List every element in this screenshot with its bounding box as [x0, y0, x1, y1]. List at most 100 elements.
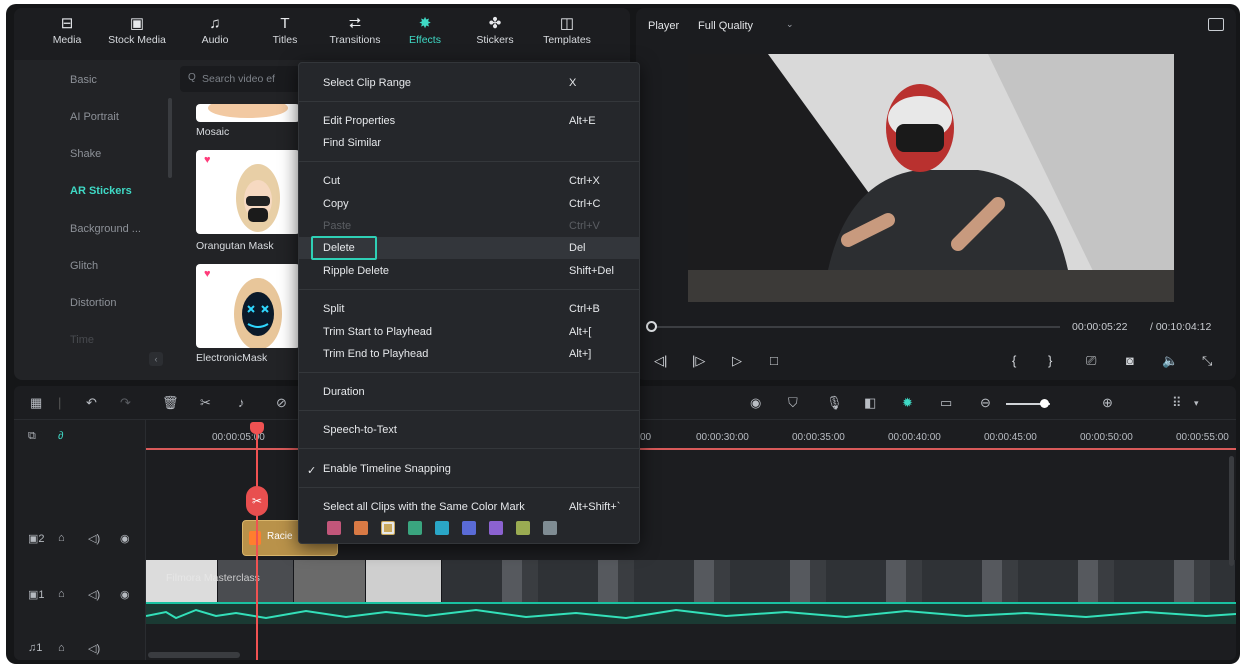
tab-stickers[interactable]: ✤ Stickers — [460, 14, 530, 46]
tab-transitions[interactable]: ⮂ Transitions — [320, 14, 390, 46]
grid-view-icon[interactable]: ⠿ — [1172, 395, 1182, 411]
menu-item-cut[interactable]: Cut — [323, 175, 340, 187]
color-mark-swatch[interactable] — [354, 521, 368, 535]
category-ai-portrait[interactable]: AI Portrait — [70, 111, 119, 123]
marker-icon[interactable]: ⛉ — [788, 395, 798, 411]
effect-thumb-orangutan-mask[interactable]: ♥ — [196, 150, 300, 234]
tab-stock-media[interactable]: ▣ Stock Media — [102, 14, 172, 46]
stop-icon[interactable]: □ — [770, 353, 778, 368]
layout-grid-icon[interactable]: ▦ — [30, 395, 42, 411]
zoom-out-icon[interactable]: ⊖ — [980, 395, 991, 411]
category-background[interactable]: Background ... — [70, 223, 141, 235]
lock-icon[interactable]: ⌂ — [58, 588, 65, 600]
playback-scrubber[interactable] — [652, 326, 1060, 328]
collapse-sidebar-button[interactable]: ‹ — [149, 352, 163, 366]
menu-item-enable-timeline-snapping[interactable]: Enable Timeline Snapping — [323, 463, 451, 475]
menu-item-trim-start[interactable]: Trim Start to Playhead — [323, 326, 432, 338]
mute-icon[interactable]: ◁) — [88, 588, 100, 601]
mark-out-icon[interactable]: } — [1048, 353, 1052, 368]
menu-item-speech-to-text[interactable]: Speech-to-Text — [323, 424, 397, 436]
menu-item-duration[interactable]: Duration — [323, 386, 365, 398]
menu-item-paste[interactable]: Paste — [323, 220, 351, 232]
snapshot-icon[interactable]: ◙ — [1126, 353, 1134, 368]
menu-item-select-clip-range[interactable]: Select Clip Range — [323, 77, 411, 89]
lock-icon[interactable]: ⌂ — [58, 642, 65, 654]
sticker-edit-icon[interactable]: ◧ — [864, 395, 876, 411]
chevron-down-icon[interactable]: ▾ — [1194, 398, 1199, 409]
video-preview[interactable] — [688, 54, 1174, 302]
mute-icon[interactable]: ◁) — [88, 532, 100, 545]
display-icon[interactable]: ⎚ — [1086, 353, 1096, 369]
color-mark-swatch[interactable] — [408, 521, 422, 535]
snapping-icon[interactable]: ✹ — [902, 395, 913, 411]
menu-item-split[interactable]: Split — [323, 303, 344, 315]
menu-item-trim-end[interactable]: Trim End to Playhead — [323, 348, 428, 360]
trash-icon[interactable]: 🗑 — [162, 395, 179, 411]
scissors-icon[interactable]: ✂ — [246, 486, 268, 516]
color-mark-swatch[interactable] — [462, 521, 476, 535]
audio-split-icon[interactable]: ♪ — [238, 395, 245, 410]
eye-icon[interactable]: ◉ — [120, 532, 130, 545]
mute-icon[interactable]: ◁) — [88, 642, 100, 655]
quality-dropdown[interactable]: Full Quality — [698, 20, 753, 32]
effect-thumb-electronic-mask[interactable]: ♥ — [196, 264, 300, 348]
video-clip[interactable] — [294, 560, 366, 602]
sticker-icon — [249, 531, 261, 545]
audio-waveform-track[interactable] — [145, 602, 1236, 624]
volume-icon[interactable]: 🔈 — [1162, 353, 1178, 369]
color-mark-swatch-selected[interactable] — [381, 521, 395, 535]
vertical-scrollbar[interactable] — [1229, 456, 1234, 566]
tab-media[interactable]: ⊟ Media — [32, 14, 102, 46]
menu-item-select-same-color[interactable]: Select all Clips with the Same Color Mar… — [323, 501, 525, 513]
mark-in-icon[interactable]: { — [1012, 353, 1016, 368]
menu-item-copy[interactable]: Copy — [323, 198, 349, 210]
color-mark-swatch[interactable] — [489, 521, 503, 535]
next-frame-icon[interactable]: |▷ — [692, 353, 705, 369]
category-scrollbar[interactable] — [168, 98, 172, 178]
link-icon[interactable]: ∂ — [58, 430, 63, 442]
zoom-in-icon[interactable]: ⊕ — [1102, 395, 1113, 411]
tab-audio[interactable]: ♫ Audio — [180, 14, 250, 46]
category-distortion[interactable]: Distortion — [70, 297, 116, 309]
tag-icon[interactable]: ⊘ — [276, 395, 287, 411]
scissors-icon[interactable]: ✂ — [200, 395, 211, 411]
category-time[interactable]: Time — [70, 334, 94, 346]
microphone-icon[interactable]: 🎙 — [826, 395, 843, 411]
zoom-slider-handle[interactable] — [1040, 399, 1049, 408]
category-glitch[interactable]: Glitch — [70, 260, 98, 272]
tab-titles[interactable]: T Titles — [250, 14, 320, 46]
color-mark-swatch[interactable] — [435, 521, 449, 535]
video-clip[interactable] — [366, 560, 442, 602]
play-icon[interactable]: ▷ — [732, 353, 742, 369]
add-track-icon[interactable]: ⧉ — [28, 430, 36, 443]
color-mark-swatch[interactable] — [516, 521, 530, 535]
render-icon[interactable]: ◉ — [750, 395, 761, 411]
category-shake[interactable]: Shake — [70, 148, 101, 160]
color-mark-swatch[interactable] — [543, 521, 557, 535]
chevron-down-icon[interactable]: ⌄ — [786, 19, 794, 30]
search-input[interactable]: Q Search video ef — [180, 66, 300, 92]
lock-icon[interactable]: ⌂ — [58, 532, 65, 544]
redo-icon[interactable]: ↷ — [120, 395, 131, 411]
eye-icon[interactable]: ◉ — [120, 588, 130, 601]
menu-item-find-similar[interactable]: Find Similar — [323, 137, 381, 149]
category-ar-stickers[interactable]: AR Stickers — [70, 185, 132, 197]
playhead-line[interactable] — [256, 422, 258, 660]
video-track[interactable]: Filmora Masterclass — [146, 560, 1236, 602]
horizontal-scrollbar[interactable] — [148, 652, 240, 658]
undo-icon[interactable]: ↶ — [86, 395, 97, 411]
previous-frame-icon[interactable]: ◁| — [654, 353, 667, 369]
color-mark-swatch[interactable] — [327, 521, 341, 535]
fullscreen-icon[interactable]: ⤡ — [1202, 353, 1212, 369]
menu-item-edit-properties[interactable]: Edit Properties — [323, 115, 395, 127]
playhead-handle[interactable] — [250, 422, 264, 434]
scopes-icon[interactable] — [1208, 18, 1224, 31]
scrubber-handle[interactable] — [646, 321, 657, 332]
tab-effects[interactable]: ✸ Effects — [390, 14, 460, 46]
effect-thumb-mosaic[interactable] — [196, 104, 300, 122]
tab-templates[interactable]: ◫ Templates — [532, 14, 602, 46]
video-clip-sequence[interactable] — [442, 560, 1236, 602]
menu-item-ripple-delete[interactable]: Ripple Delete — [323, 265, 389, 277]
pip-icon[interactable]: ▭ — [940, 395, 952, 411]
category-basic[interactable]: Basic — [70, 74, 97, 86]
